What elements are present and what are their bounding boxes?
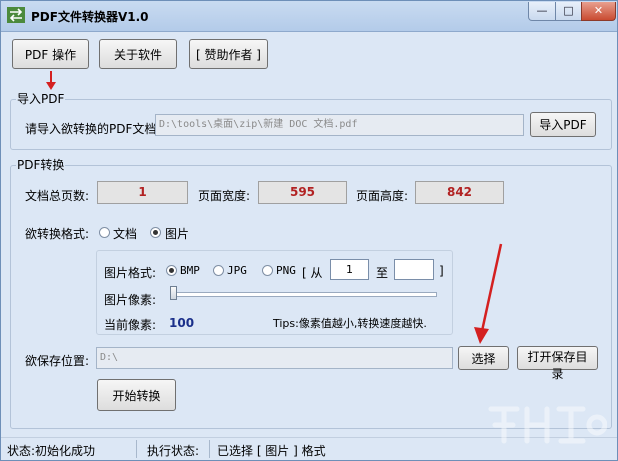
format-doc-radio[interactable] [99,227,110,238]
import-prompt-label: 请导入欲转换的PDF文档: [25,122,161,136]
import-group-label: 导入PDF [16,90,66,107]
bmp-radio[interactable] [166,265,177,276]
range-close-bracket: ] [439,264,444,278]
png-radio[interactable] [262,265,273,276]
pdf-path-field[interactable]: D:\tools\桌面\zip\新建 DOC 文档.pdf [155,114,524,136]
save-path-field[interactable]: D:\ [96,347,453,369]
pixel-slider-track [172,292,437,297]
watermark-logo [488,406,607,444]
window-title: PDF文件转换器V1.0 [31,10,149,24]
page-count-label: 文档总页数: [25,189,90,203]
bmp-label: BMP [180,264,200,277]
pdf-ops-button[interactable]: PDF 操作 [12,39,89,69]
range-to-label: 至 [376,266,389,280]
app-icon [7,7,25,23]
png-label: PNG [276,264,296,277]
annotation-arrow-down-icon [46,71,56,90]
title-bar: PDF文件转换器V1.0 — □ ✕ [1,1,617,32]
pixel-slider-thumb[interactable] [170,286,177,300]
page-width-value: 595 [258,181,347,204]
close-button[interactable]: ✕ [581,2,616,21]
format-image-radio[interactable] [150,227,161,238]
minimize-button[interactable]: — [528,2,556,21]
start-convert-button[interactable]: 开始转换 [97,379,176,411]
status-divider [136,440,137,458]
jpg-radio[interactable] [213,265,224,276]
pixel-tips: Tips:像素值越小,转换速度越快. [273,317,427,330]
format-doc-label: 文档 [113,227,138,241]
page-from-input[interactable]: 1 [330,259,369,280]
convert-group-label: PDF转换 [16,156,66,173]
maximize-button[interactable]: □ [555,2,582,21]
status-state: 状态:初始化成功 [7,444,96,458]
import-pdf-button[interactable]: 导入PDF [530,112,596,137]
exec-state-label: 执行状态: [147,444,200,458]
format-image-label: 图片 [165,227,190,241]
page-height-label: 页面高度: [356,189,409,203]
page-width-label: 页面宽度: [198,189,251,203]
app-window: PDF文件转换器V1.0 — □ ✕ PDF 操作 关于软件 [ 赞助作者 ] … [0,0,618,461]
current-pixel-value: 100 [169,316,195,330]
pixel-label: 图片像素: [104,293,157,307]
choose-folder-button[interactable]: 选择 [458,346,509,370]
current-pixel-label: 当前像素: [104,318,157,332]
page-height-value: 842 [415,181,504,204]
exec-state-value: 已选择 [ 图片 ] 格式 [217,444,326,458]
about-button[interactable]: 关于软件 [99,39,177,69]
jpg-label: JPG [227,264,247,277]
page-to-input[interactable] [394,259,434,280]
status-divider [209,440,210,458]
sponsor-button[interactable]: [ 赞助作者 ] [189,39,268,69]
open-save-dir-button[interactable]: 打开保存目录 [517,346,598,381]
image-format-label: 图片格式: [104,266,157,280]
annotation-arrow-diagonal-icon [474,243,503,344]
save-location-label: 欲保存位置: [25,354,90,368]
page-count-value: 1 [97,181,188,204]
target-format-label: 欲转换格式: [25,227,90,241]
range-from-label: [ 从 [302,266,323,280]
